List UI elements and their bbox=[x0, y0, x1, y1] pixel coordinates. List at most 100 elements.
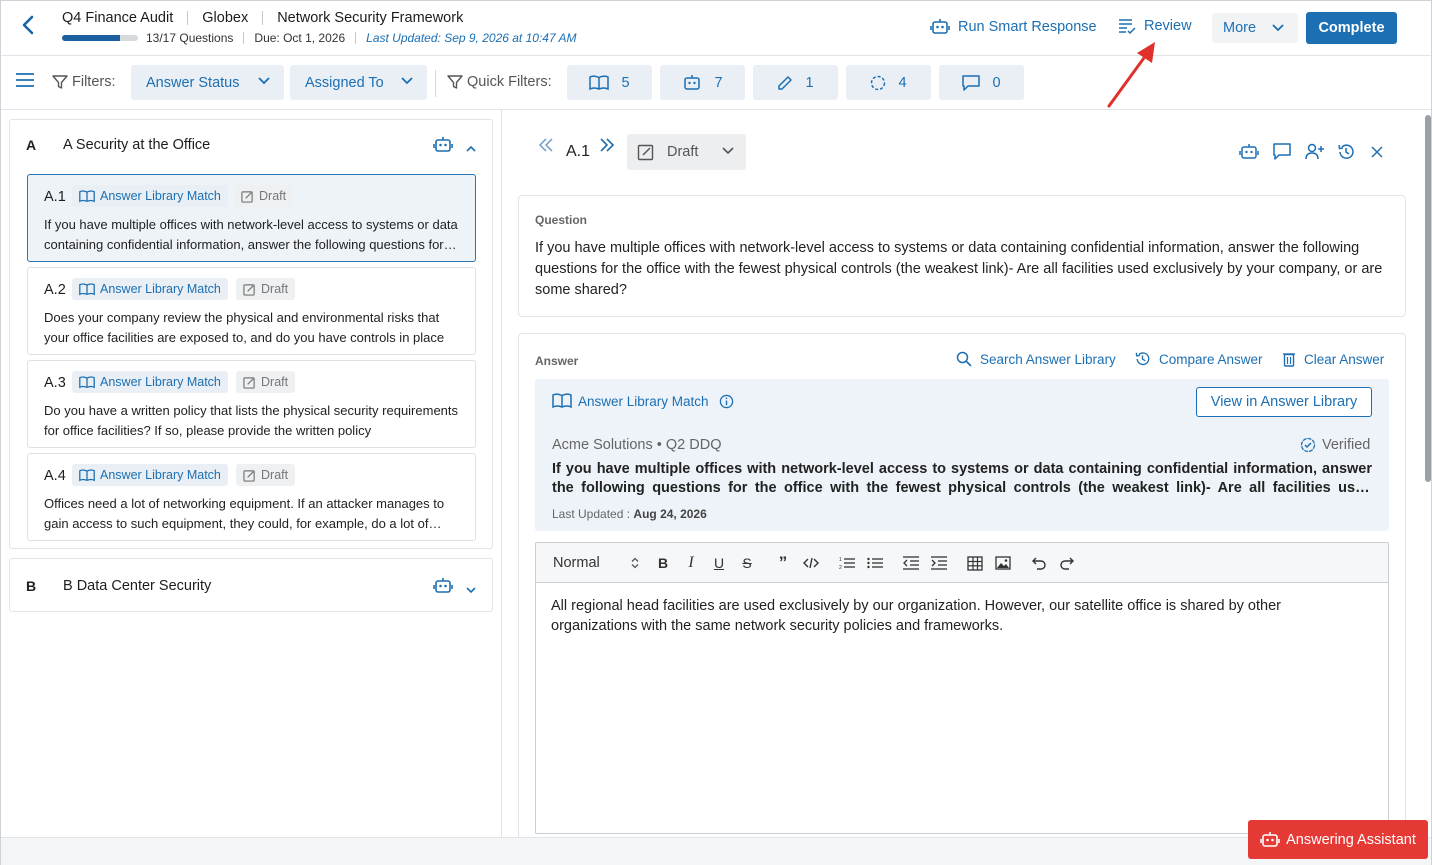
robot-icon bbox=[684, 74, 701, 90]
question-card-a2[interactable]: A.2 Answer Library Match Draft Does your… bbox=[27, 267, 476, 355]
image-button[interactable] bbox=[994, 554, 1012, 572]
section-letter: B bbox=[26, 578, 37, 594]
library-match-label: Answer Library Match bbox=[100, 375, 221, 389]
redo-button[interactable] bbox=[1058, 554, 1076, 572]
quick-filter-unanswered[interactable]: 4 bbox=[846, 65, 931, 100]
outdent-button[interactable] bbox=[902, 554, 920, 572]
bullet-list-button[interactable] bbox=[866, 554, 884, 572]
section-header[interactable]: A A Security at the Office bbox=[10, 120, 492, 168]
quick-filter-ai[interactable]: 7 bbox=[660, 65, 745, 100]
undo-button[interactable] bbox=[1030, 554, 1048, 572]
assigned-to-filter[interactable]: Assigned To bbox=[290, 65, 427, 100]
robot-icon bbox=[433, 137, 453, 152]
search-answer-library-button[interactable]: Search Answer Library bbox=[956, 351, 1116, 367]
assign-user-button[interactable] bbox=[1305, 143, 1325, 164]
robot-icon bbox=[1260, 831, 1280, 847]
project-name[interactable]: Q4 Finance Audit bbox=[62, 10, 173, 26]
draft-pencil-icon bbox=[241, 190, 253, 203]
review-button[interactable]: Review bbox=[1118, 18, 1192, 34]
quick-filter-edited[interactable]: 1 bbox=[753, 65, 838, 100]
more-menu-button[interactable]: More bbox=[1212, 13, 1298, 43]
book-icon bbox=[79, 375, 95, 388]
question-card-a3[interactable]: A.3 Answer Library Match Draft Do you ha… bbox=[27, 360, 476, 448]
robot-icon bbox=[1239, 144, 1259, 159]
run-smart-response-button[interactable]: Run Smart Response bbox=[930, 18, 1097, 36]
compare-answer-label: Compare Answer bbox=[1159, 351, 1263, 367]
history-button[interactable] bbox=[1337, 143, 1355, 164]
double-chevron-left-icon bbox=[538, 138, 553, 152]
chevron-up-icon bbox=[466, 145, 476, 152]
editor-toolbar: Normal B I U S ” 12 bbox=[536, 543, 1388, 583]
question-preview: If you have multiple offices with networ… bbox=[44, 217, 458, 252]
question-card-a4[interactable]: A.4 Answer Library Match Draft Offices n… bbox=[27, 453, 476, 541]
framework-name[interactable]: Network Security Framework bbox=[277, 10, 463, 26]
question-preview: Does your company review the physical an… bbox=[44, 310, 445, 345]
hamburger-menu-button[interactable] bbox=[16, 73, 34, 90]
progress-text: 13/17 Questions bbox=[146, 31, 234, 45]
quick-filter-comments[interactable]: 0 bbox=[939, 65, 1024, 100]
info-icon[interactable] bbox=[719, 394, 734, 409]
bold-button[interactable]: B bbox=[654, 554, 672, 572]
status-dropdown[interactable]: Draft bbox=[627, 134, 746, 170]
format-select[interactable]: Normal bbox=[553, 555, 639, 571]
draft-status-tag: Draft bbox=[236, 371, 296, 393]
answer-status-filter[interactable]: Answer Status bbox=[131, 65, 284, 100]
ordered-list-button[interactable]: 12 bbox=[838, 554, 856, 572]
prev-question-button[interactable] bbox=[538, 138, 554, 152]
draft-pencil-icon bbox=[243, 469, 255, 482]
comment-icon bbox=[1273, 143, 1291, 160]
library-match-label: Answer Library Match bbox=[100, 189, 221, 203]
chevron-down-icon bbox=[401, 77, 413, 85]
draft-status-tag: Draft bbox=[234, 185, 294, 207]
section-ai-button[interactable] bbox=[433, 136, 453, 157]
next-question-button[interactable] bbox=[599, 138, 615, 152]
review-list-icon bbox=[1119, 19, 1136, 34]
close-icon bbox=[1371, 146, 1383, 158]
answering-assistant-button[interactable]: Answering Assistant bbox=[1248, 820, 1428, 859]
more-label: More bbox=[1223, 20, 1257, 36]
underline-button[interactable]: U bbox=[710, 554, 728, 572]
back-button[interactable] bbox=[15, 15, 41, 41]
divider bbox=[355, 32, 357, 44]
question-card-a1[interactable]: A.1 Answer Library Match Draft If you ha… bbox=[27, 174, 476, 262]
view-in-answer-library-button[interactable]: View in Answer Library bbox=[1196, 387, 1372, 417]
detail-scrollbar[interactable] bbox=[1425, 115, 1431, 482]
section-ai-button[interactable] bbox=[433, 577, 453, 598]
section-collapse-button[interactable] bbox=[466, 139, 476, 155]
quick-filters-label-text: Quick Filters: bbox=[467, 74, 552, 90]
comments-button[interactable] bbox=[1273, 143, 1291, 164]
filters-label: Filters: bbox=[52, 74, 116, 90]
compare-answer-button[interactable]: Compare Answer bbox=[1134, 351, 1263, 367]
svg-text:1: 1 bbox=[839, 557, 842, 563]
italic-button[interactable]: I bbox=[682, 554, 700, 572]
code-button[interactable] bbox=[802, 554, 820, 572]
client-name[interactable]: Globex bbox=[202, 10, 248, 26]
indent-button[interactable] bbox=[930, 554, 948, 572]
clear-answer-button[interactable]: Clear Answer bbox=[1282, 351, 1384, 367]
breadcrumb-divider bbox=[262, 11, 264, 25]
updown-chevron-icon bbox=[631, 557, 639, 569]
answer-editor: Normal B I U S ” 12 All regional head fa… bbox=[535, 542, 1389, 834]
table-button[interactable] bbox=[966, 554, 984, 572]
section-title: B Data Center Security bbox=[63, 578, 212, 594]
verified-label: Verified bbox=[1322, 437, 1371, 453]
question-panel: Question If you have multiple offices wi… bbox=[518, 195, 1406, 317]
strikethrough-button[interactable]: S bbox=[738, 554, 756, 572]
section-header[interactable]: B B Data Center Security bbox=[10, 559, 492, 611]
hamburger-icon bbox=[16, 73, 34, 87]
section-expand-button[interactable] bbox=[466, 581, 476, 597]
quick-filter-library[interactable]: 5 bbox=[567, 65, 652, 100]
redo-icon bbox=[1060, 557, 1074, 570]
question-number: A.3 bbox=[44, 375, 66, 391]
detail-actions bbox=[1239, 143, 1385, 164]
answer-editor-text[interactable]: All regional head facilities are used ex… bbox=[551, 596, 1371, 636]
complete-button[interactable]: Complete bbox=[1306, 12, 1397, 44]
blockquote-button[interactable]: ” bbox=[774, 553, 792, 572]
section-letter: A bbox=[26, 137, 37, 153]
status-label: Draft bbox=[667, 144, 699, 160]
robot-icon bbox=[930, 19, 950, 34]
draft-status-label: Draft bbox=[259, 189, 287, 203]
ai-assist-button[interactable] bbox=[1239, 143, 1259, 164]
close-detail-button[interactable] bbox=[1369, 143, 1385, 164]
filters-label-text: Filters: bbox=[72, 74, 116, 90]
